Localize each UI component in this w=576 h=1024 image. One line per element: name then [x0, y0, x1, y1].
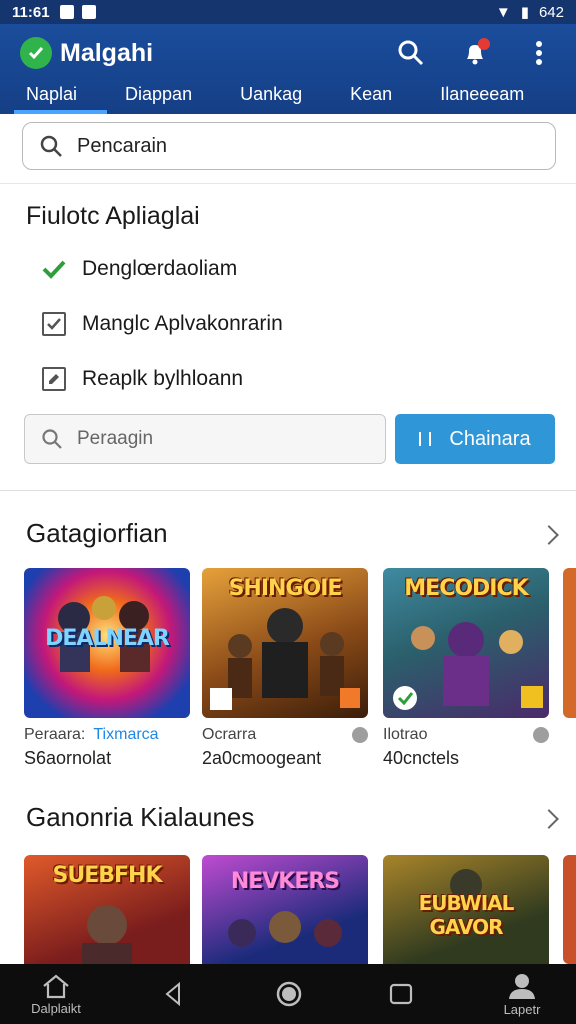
search-icon	[40, 135, 62, 157]
game-card[interactable]: NEVKERS	[202, 855, 368, 964]
search-placeholder: Pencarain	[77, 134, 168, 157]
photo-icon	[81, 5, 96, 19]
signal-icon: ▮	[520, 4, 529, 21]
more-options-icon[interactable]	[522, 36, 556, 70]
tab-naplai[interactable]: Naplai	[13, 82, 108, 114]
section-title-2: Ganonria Kialaunes	[26, 802, 255, 832]
game-thumbnail	[563, 855, 576, 964]
game-meta: Ocrarra	[202, 726, 368, 744]
notification-badge	[478, 38, 490, 50]
game-thumbnail: NEVKERS	[202, 855, 368, 964]
nav-profile[interactable]: Lapetr	[492, 964, 552, 1024]
search-icon	[42, 429, 62, 449]
game-art-title: MECODICK	[404, 576, 528, 601]
battery-level: 642	[538, 3, 564, 21]
filter-option-label: Denglœrdaoliam	[82, 257, 238, 280]
filter-icon	[419, 432, 432, 446]
game-card[interactable]: MECODICK Ilotrao 40cnctels	[383, 568, 549, 769]
tab-bar: Naplai Diappan Uankag Kean Ilaneeeam	[0, 82, 576, 114]
home-button[interactable]	[272, 964, 306, 1024]
game-meta: Peraara: Tixmarca	[24, 726, 190, 744]
nav-home[interactable]: Dalplaikt	[26, 964, 86, 1024]
filter-option-label: Manglc Aplvakonrarin	[82, 312, 283, 335]
game-thumbnail: DEALNEAR	[24, 568, 190, 718]
profile-icon	[509, 973, 535, 999]
game-meta-label: Ilotrao	[383, 726, 428, 743]
game-meta: Ilotrao	[383, 726, 549, 744]
game-subtitle: 40cnctels	[383, 748, 460, 768]
filter-search-input[interactable]: Peraagin	[24, 414, 386, 464]
game-card-partial[interactable]	[563, 855, 576, 964]
search-input[interactable]: Pencarain	[22, 122, 556, 170]
search-section: Pencarain	[0, 114, 576, 184]
tab-ilaneeeam[interactable]: Ilaneeeam	[434, 82, 530, 114]
apply-filter-button[interactable]: Chainara	[395, 414, 555, 464]
search-icon[interactable]	[394, 36, 428, 70]
game-subtitle: S6aornolat	[24, 748, 112, 768]
recents-button[interactable]	[386, 964, 416, 1024]
game-art-title: DEALNEAR	[45, 626, 170, 651]
chevron-right-icon[interactable]	[539, 525, 559, 545]
game-art-title: SHINGOIE	[228, 576, 343, 601]
filter-option-1[interactable]: Denglœrdaoliam	[42, 257, 237, 281]
game-thumbnail	[563, 568, 576, 718]
wifi-icon: ▼	[495, 3, 511, 21]
app-title: Malgahi	[60, 38, 154, 67]
tab-diappan[interactable]: Diappan	[119, 82, 198, 114]
section-title-1: Gatagiorfian	[26, 518, 168, 548]
game-meta-label: Peraara:	[24, 726, 86, 743]
status-bar: 11:61 ▼ ▮ 642	[0, 0, 576, 24]
game-art-title: NEVKERS	[230, 869, 340, 894]
filter-title: Fiulotc Apliaglai	[26, 202, 200, 230]
info-icon	[352, 727, 368, 743]
game-card[interactable]: EUBWIAL GAVOR	[383, 855, 549, 964]
game-art-title: SUEBFHK	[52, 863, 163, 888]
game-thumbnail: SHINGOIE	[202, 568, 368, 718]
checkbox-edit-icon	[42, 367, 66, 391]
game-card[interactable]: SHINGOIE Ocrarra 2a0cmoogeant	[202, 568, 368, 769]
bottom-navigation: Dalplaikt Lapetr	[0, 964, 576, 1024]
divider	[0, 490, 576, 491]
tab-kean[interactable]: Kean	[344, 82, 398, 114]
nav-home-label: Dalplaikt	[31, 1000, 81, 1016]
checkmark-icon	[42, 257, 66, 281]
app-bar: Malgahi Naplai Diappan Uankag Kean Ilane…	[0, 24, 576, 114]
app-logo-icon	[20, 37, 52, 69]
filter-option-3[interactable]: Reaplk bylhloann	[42, 367, 243, 391]
nav-profile-label: Lapetr	[503, 1001, 541, 1017]
notification-icon	[59, 5, 74, 19]
chevron-right-icon[interactable]	[539, 809, 559, 829]
filter-option-label: Reaplk bylhloann	[82, 367, 244, 390]
game-card[interactable]: SUEBFHK	[24, 855, 190, 964]
checkbox-checked-icon	[42, 312, 66, 336]
game-thumbnail: MECODICK	[383, 568, 549, 718]
game-thumbnail: EUBWIAL GAVOR	[383, 855, 549, 964]
game-card[interactable]: DEALNEAR Peraara: Tixmarca S6aornolat	[24, 568, 190, 769]
back-button[interactable]	[158, 964, 188, 1024]
filter-option-2[interactable]: Manglc Aplvakonrarin	[42, 312, 283, 336]
game-card-partial[interactable]	[563, 568, 576, 718]
apply-filter-label: Chainara	[449, 427, 531, 450]
recents-icon	[389, 983, 413, 1005]
tab-uankag[interactable]: Uankag	[234, 82, 308, 114]
home-circle-icon	[276, 981, 302, 1007]
info-icon	[533, 727, 549, 743]
filter-search-placeholder: Peraagin	[77, 428, 154, 449]
home-icon	[43, 974, 69, 998]
status-time: 11:61	[12, 3, 50, 21]
back-icon	[165, 982, 180, 1006]
game-thumbnail: SUEBFHK	[24, 855, 190, 964]
notifications-icon[interactable]	[458, 36, 492, 70]
game-art-title: EUBWIAL GAVOR	[418, 891, 515, 939]
game-meta-label: Ocrarra	[202, 726, 257, 743]
game-meta-highlight: Tixmarca	[93, 726, 159, 743]
game-subtitle: 2a0cmoogeant	[202, 748, 322, 768]
